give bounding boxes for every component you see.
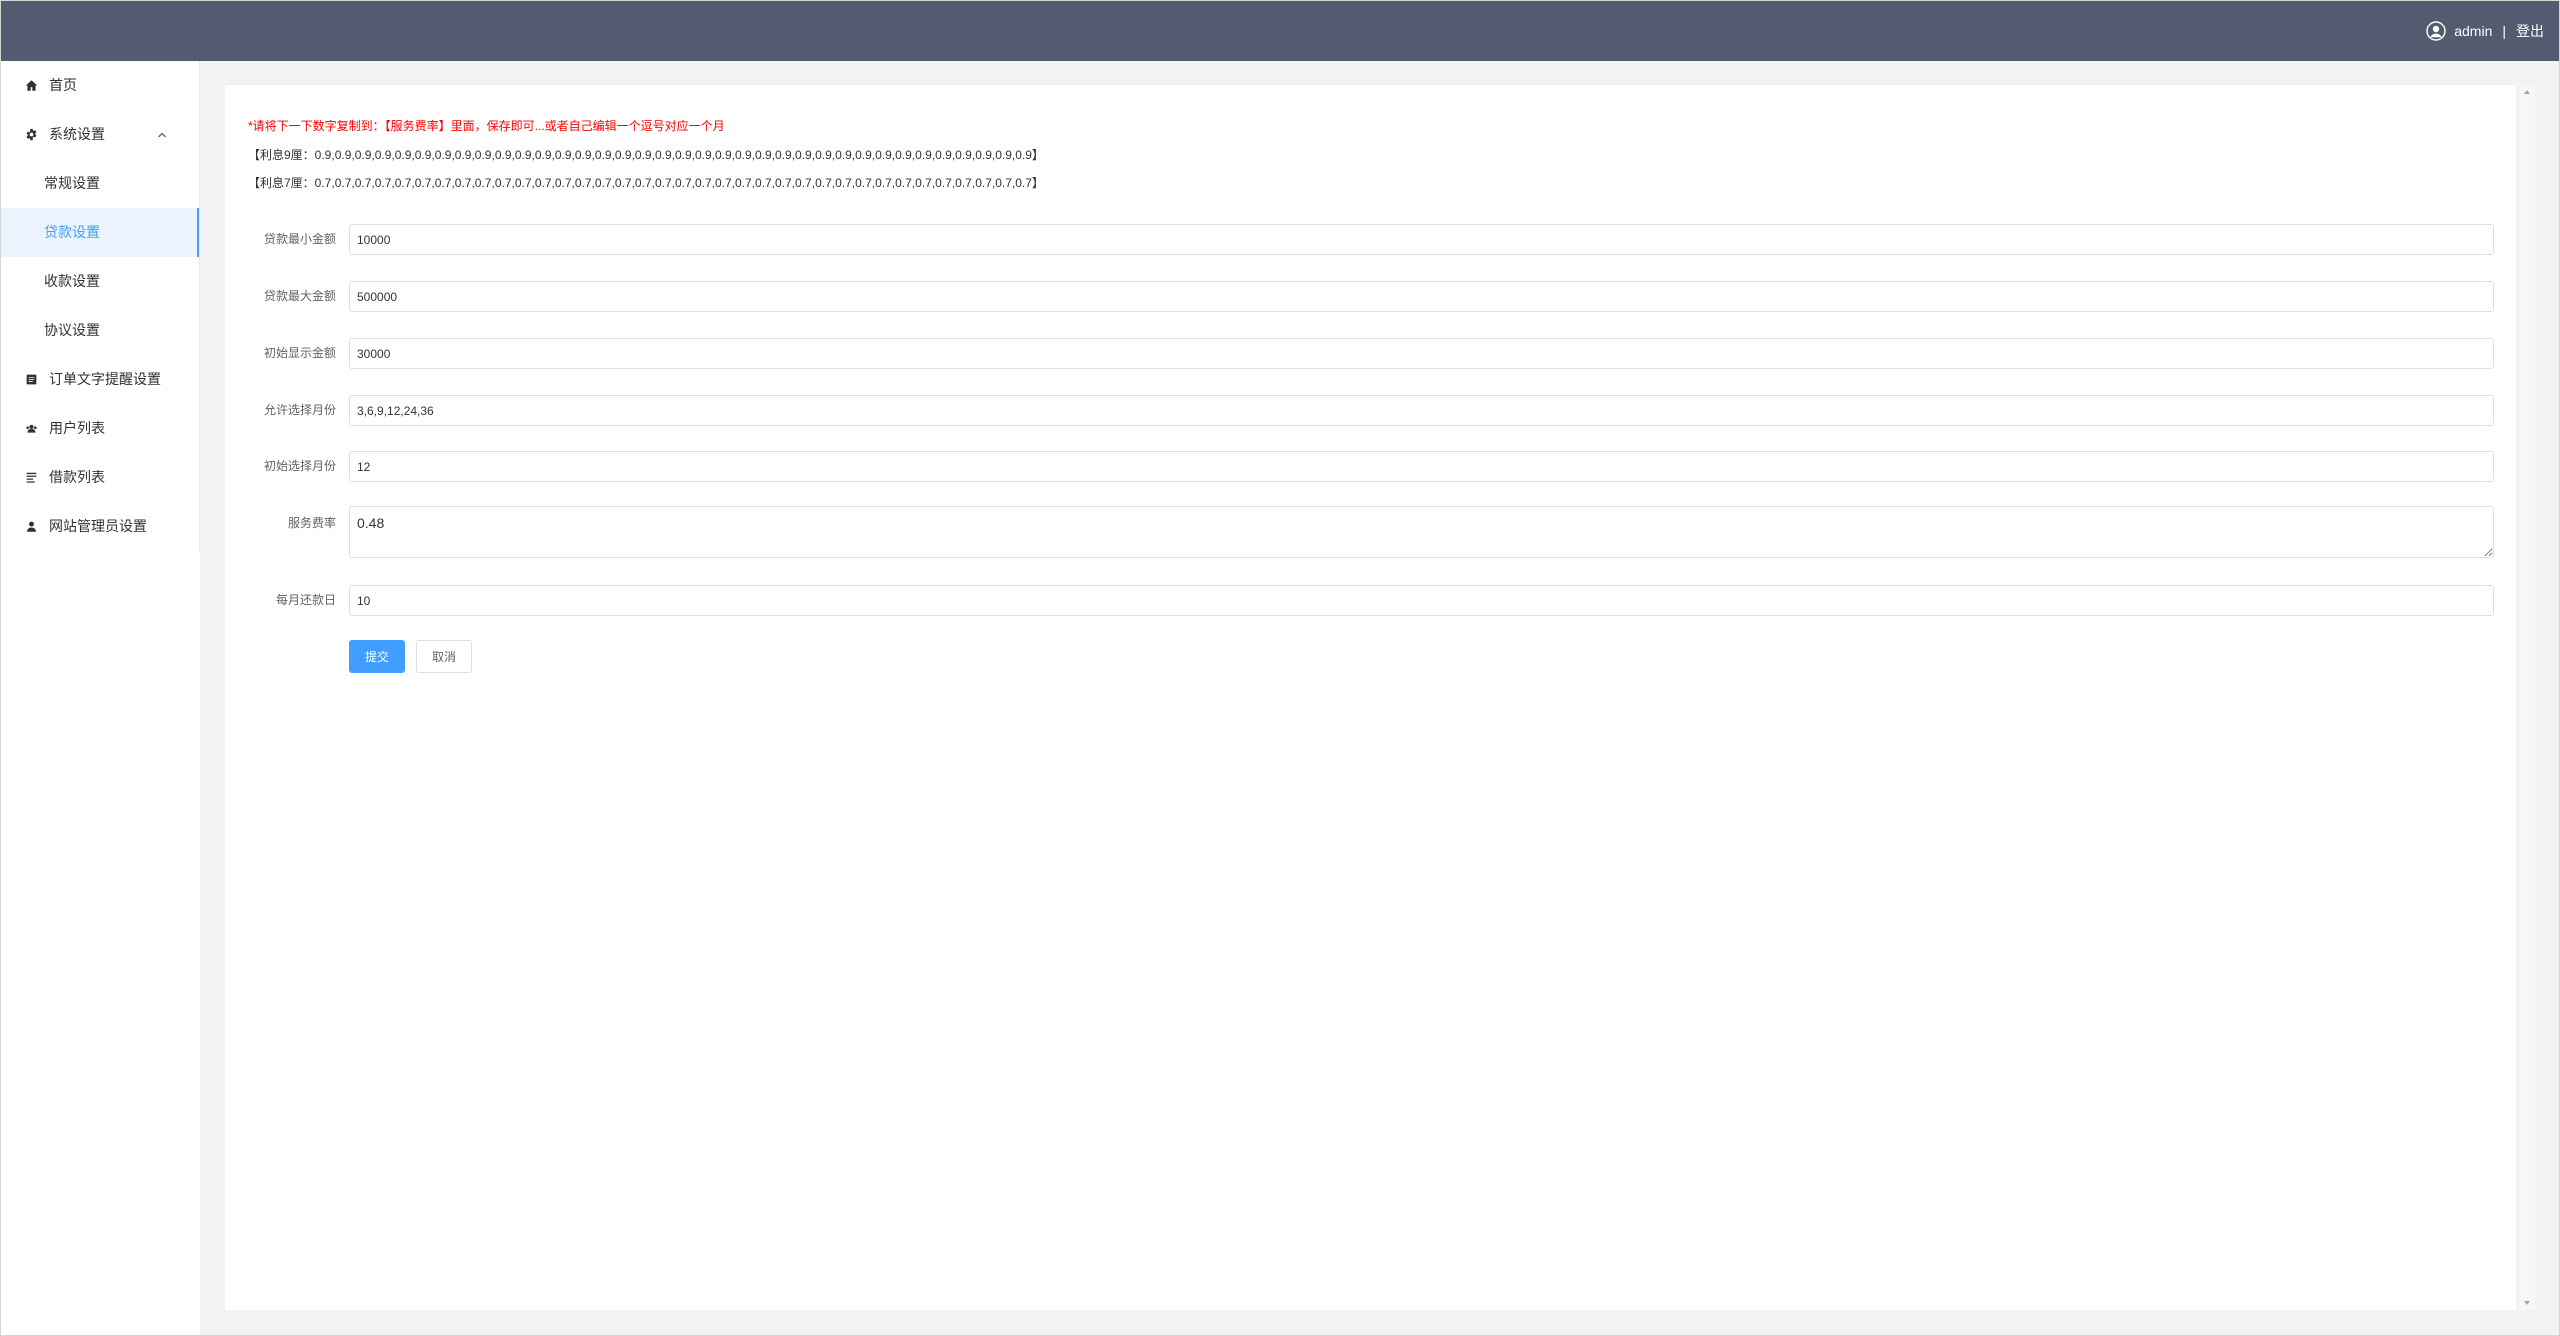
sidebar-item-label: 系统设置	[49, 126, 105, 142]
sidebar-item-label: 用户列表	[49, 420, 105, 436]
sidebar-item-label: 常规设置	[44, 175, 100, 191]
sidebar-item-system-settings[interactable]: 系统设置	[0, 110, 199, 159]
sidebar-item-admin-settings[interactable]: 网站管理员设置	[0, 502, 199, 551]
rate-7-preset: 【利息7厘：0.7,0.7,0.7,0.7,0.7,0.7,0.7,0.7,0.…	[248, 176, 1044, 190]
sidebar-item-payment-settings[interactable]: 收款设置	[0, 257, 199, 306]
top-header: admin | 登出	[0, 0, 2560, 61]
logout-link[interactable]: 登出	[2516, 21, 2544, 41]
form-row-repayment-day: 每月还款日	[225, 585, 2516, 616]
rate-9-preset: 【利息9厘：0.9,0.9,0.9,0.9,0.9,0.9,0.9,0.9,0.…	[248, 148, 1044, 162]
sidebar-item-home[interactable]: 首页	[0, 61, 199, 110]
initial-month-label: 初始选择月份	[263, 459, 336, 473]
service-rate-textarea[interactable]: 0.48	[349, 506, 2494, 558]
user-icon	[25, 520, 38, 533]
sidebar-item-loan-settings[interactable]: 贷款设置	[0, 208, 199, 257]
user-area: admin | 登出	[2426, 0, 2544, 61]
sidebar-item-agreement-settings[interactable]: 协议设置	[0, 306, 199, 355]
monthly-repayment-day-label: 每月还款日	[275, 593, 336, 607]
main-area: *请将下一下数字复制到：【服务费率】里面，保存即可...或者自己编辑一个逗号对应…	[200, 61, 2560, 1336]
form-row-max-amount: 贷款最大金额	[225, 281, 2516, 312]
sidebar-item-loan-list[interactable]: 借款列表	[0, 453, 199, 502]
max-loan-amount-label: 贷款最大金额	[263, 289, 336, 303]
form-row-min-amount: 贷款最小金额	[225, 224, 2516, 255]
sidebar-item-general-settings[interactable]: 常规设置	[0, 159, 199, 208]
initial-display-amount-label: 初始显示金额	[263, 346, 336, 360]
notice-hint: *请将下一下数字复制到：【服务费率】里面，保存即可...或者自己编辑一个逗号对应…	[248, 119, 725, 133]
app-root: admin | 登出 首页 系统设置 常规设置 贷款设置 收款设置 协议设置 订…	[0, 0, 2560, 1336]
home-icon	[25, 79, 38, 92]
sidebar-item-user-list[interactable]: 用户列表	[0, 404, 199, 453]
form-row-initial-month: 初始选择月份	[225, 451, 2516, 482]
min-loan-amount-input[interactable]	[349, 224, 2494, 255]
loan-settings-card: *请将下一下数字复制到：【服务费率】里面，保存即可...或者自己编辑一个逗号对应…	[225, 85, 2516, 1310]
monthly-repayment-day-input[interactable]	[349, 585, 2494, 616]
sidebar-item-label: 贷款设置	[44, 224, 100, 240]
form-actions: 提交 取消	[225, 640, 2516, 673]
sidebar-item-label: 订单文字提醒设置	[49, 371, 161, 387]
min-loan-amount-label: 贷款最小金额	[263, 232, 336, 246]
sidebar-item-label: 借款列表	[49, 469, 105, 485]
sidebar-item-label: 收款设置	[44, 273, 100, 289]
user-circle-icon[interactable]	[2426, 20, 2446, 41]
max-loan-amount-input[interactable]	[349, 281, 2494, 312]
sidebar-item-order-reminder-settings[interactable]: 订单文字提醒设置	[0, 355, 199, 404]
scroll-down-arrow-icon[interactable]	[2520, 1295, 2535, 1310]
gear-icon	[25, 128, 38, 141]
vertical-scrollbar[interactable]	[2520, 85, 2535, 1310]
allowed-months-input[interactable]	[349, 395, 2494, 426]
form-row-initial-amount: 初始显示金额	[225, 338, 2516, 369]
sidebar-menu: 首页 系统设置 常规设置 贷款设置 收款设置 协议设置 订单文字提醒设置 用户列…	[0, 61, 200, 551]
chevron-up-icon[interactable]	[157, 130, 167, 140]
sidebar: 首页 系统设置 常规设置 贷款设置 收款设置 协议设置 订单文字提醒设置 用户列…	[0, 61, 200, 1336]
document-icon	[25, 373, 38, 386]
sidebar-item-label: 协议设置	[44, 322, 100, 338]
scroll-up-arrow-icon[interactable]	[2520, 85, 2535, 100]
initial-month-input[interactable]	[349, 451, 2494, 482]
sidebar-item-label: 网站管理员设置	[49, 518, 147, 534]
submit-button[interactable]: 提交	[349, 640, 405, 673]
form-row-service-rate: 服务费率 0.48	[225, 506, 2516, 558]
cancel-button[interactable]: 取消	[416, 640, 472, 673]
users-icon	[25, 422, 38, 435]
form-row-allowed-months: 允许选择月份	[225, 395, 2516, 426]
sidebar-item-label: 首页	[49, 77, 77, 93]
username[interactable]: admin	[2454, 23, 2492, 39]
list-icon	[25, 471, 38, 484]
service-rate-label: 服务费率	[287, 516, 336, 530]
allowed-months-label: 允许选择月份	[263, 403, 336, 417]
initial-display-amount-input[interactable]	[349, 338, 2494, 369]
header-separator: |	[2502, 22, 2506, 39]
